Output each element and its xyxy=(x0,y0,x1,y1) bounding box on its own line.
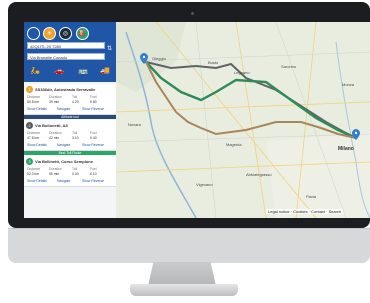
destination-input[interactable]: Via Brunatte Conado xyxy=(27,53,105,60)
stat-label: Fuel xyxy=(90,167,97,171)
stat-label: Toll xyxy=(72,131,78,135)
stat-label: Toll xyxy=(72,95,78,99)
stat-value: 55 min xyxy=(49,172,60,176)
route-result[interactable]: 1 SS336dir, Autostrada Serravalle Distan… xyxy=(24,84,116,115)
route-panel: ☀ ◎ ⛽ 42Q1ITL 20 7280 Via Brunatte Conad… xyxy=(24,22,116,218)
stat-label: Distance xyxy=(27,167,41,171)
stat-label: Distance xyxy=(27,95,41,99)
show-reverse-link[interactable]: Show Reverse xyxy=(82,143,104,147)
monitor-stand-base xyxy=(130,284,238,296)
route-title: Via Bellinetti, Corso Sempione xyxy=(35,159,93,164)
place-label: Monza xyxy=(342,82,355,87)
route-title: SS336dir, Autostrada Serravalle xyxy=(35,87,96,92)
route-badge: 2 xyxy=(26,122,33,129)
stat-value: 4.20 xyxy=(72,100,79,104)
stat-value: 0.00 xyxy=(72,172,79,176)
scooter-icon[interactable]: 🛵 xyxy=(28,65,42,77)
place-label: Abbiategrasso xyxy=(246,172,272,177)
fuel-pump-icon[interactable]: ⛽ xyxy=(76,27,89,40)
blank-circle-icon[interactable] xyxy=(27,27,40,40)
navigate-link[interactable]: Navigate xyxy=(57,143,70,147)
sun-icon[interactable]: ☀ xyxy=(43,27,56,40)
monitor-stand-neck xyxy=(148,262,216,286)
target-icon[interactable]: ◎ xyxy=(59,27,72,40)
route-result[interactable]: 2 Via Bollonetti, A8 Distance Duration T… xyxy=(24,120,116,151)
navigate-link[interactable]: Navigate xyxy=(57,179,70,183)
stat-label: Distance xyxy=(27,131,41,135)
stat-value: 42 min xyxy=(49,136,60,140)
show-reverse-link[interactable]: Show Reverse xyxy=(82,107,104,111)
bus-icon[interactable]: 🚌 xyxy=(76,65,90,77)
truck-icon[interactable]: 🚚 xyxy=(98,65,112,77)
travel-modes: 🛵 🚗 🚌 🚚 xyxy=(24,65,116,79)
info-strip: Altitude tool xyxy=(24,115,116,119)
panel-header: ☀ ◎ ⛽ 42Q1ITL 20 7280 Via Brunatte Conad… xyxy=(24,22,116,82)
stat-label: Duration xyxy=(49,95,62,99)
navigate-link[interactable]: Navigate xyxy=(57,107,70,111)
place-label: Oleggio xyxy=(152,56,166,61)
place-label: Busto xyxy=(208,60,219,65)
screen: Oleggio Busto Legnano Saronno Monza Mage… xyxy=(24,22,370,218)
info-strip: Best Toll Route xyxy=(24,151,116,155)
camera-dot xyxy=(191,12,194,15)
place-label: Magenta xyxy=(226,142,242,147)
stat-label: Duration xyxy=(49,167,62,171)
car-icon[interactable]: 🚗 xyxy=(52,65,66,77)
legal-links[interactable]: Legal notice · Cookies · Contact · Searc… xyxy=(266,209,344,214)
stat-label: Duration xyxy=(49,131,62,135)
show-details-link[interactable]: Show Details xyxy=(27,107,47,111)
stat-value: 5.40 xyxy=(90,136,97,140)
place-label: Legnano xyxy=(234,70,250,75)
place-label: Saronno xyxy=(281,64,297,69)
route-badge: 3 xyxy=(26,158,33,165)
stat-label: Toll xyxy=(72,167,78,171)
route-result[interactable]: 3 Via Bellinetti, Corso Sempione Distanc… xyxy=(24,156,116,187)
route-badge: 1 xyxy=(26,86,33,93)
stat-value: 39 min xyxy=(49,100,60,104)
place-label-milano: Milano xyxy=(338,146,354,152)
stat-label: Fuel xyxy=(90,131,97,135)
map-canvas[interactable] xyxy=(116,22,370,218)
route-title: Via Bollonetti, A8 xyxy=(35,123,68,128)
stat-value: 47.5 km xyxy=(27,136,40,140)
stat-value: 6.10 xyxy=(90,172,97,176)
map-view[interactable]: Oleggio Busto Legnano Saronno Monza Mage… xyxy=(116,22,370,218)
stat-value: 3.10 xyxy=(72,136,79,140)
place-label: Vigevano xyxy=(196,182,213,187)
stat-value: 5.80 xyxy=(90,100,97,104)
origin-input[interactable]: 42Q1ITL 20 7280 xyxy=(27,42,105,49)
swap-icon[interactable]: ⇅ xyxy=(107,45,112,52)
stat-value: 52.0 km xyxy=(27,172,40,176)
show-details-link[interactable]: Show Details xyxy=(27,179,47,183)
place-label: Novara xyxy=(128,122,141,127)
show-reverse-link[interactable]: Show Reverse xyxy=(82,179,104,183)
place-label: Pavia xyxy=(306,194,317,199)
stat-label: Fuel xyxy=(90,95,97,99)
monitor-chin xyxy=(8,228,370,263)
show-details-link[interactable]: Show Details xyxy=(27,143,47,147)
stat-value: 50.8 km xyxy=(27,100,40,104)
